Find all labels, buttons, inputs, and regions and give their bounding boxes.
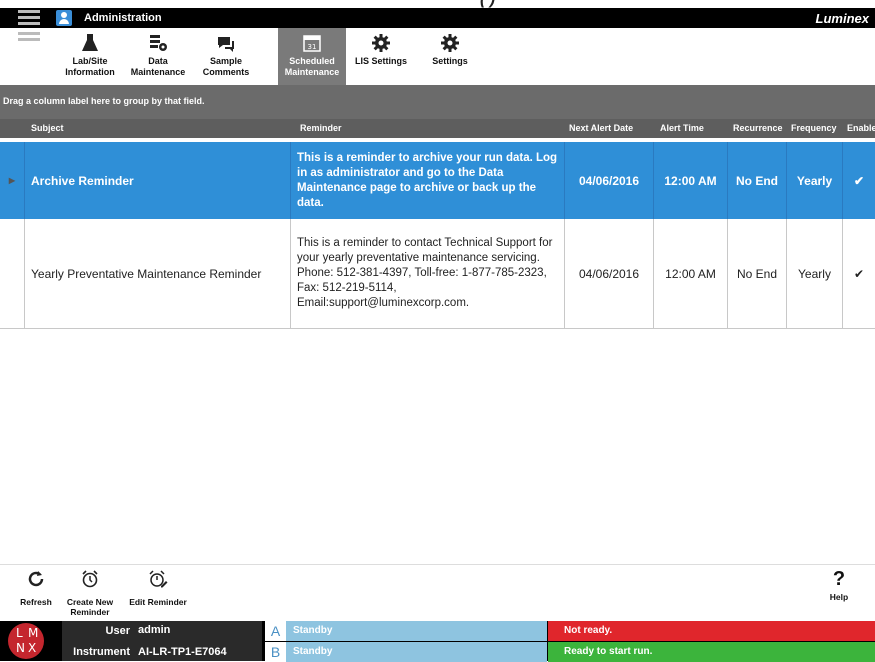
slot-b-status: B Standby (265, 642, 547, 662)
cell-next-alert-date: 04/06/2016 (565, 219, 654, 328)
table-row[interactable]: ▶ Archive Reminder This is a reminder to… (0, 142, 875, 219)
slot-a-status: A Standby (265, 621, 547, 641)
flask-icon (82, 34, 98, 51)
user-row: User admin (62, 621, 262, 641)
tab-label: Settings (432, 56, 468, 66)
cell-alert-time: 12:00 AM (654, 219, 728, 328)
slot-b-letter: B (265, 642, 286, 662)
cell-next-alert-date: 04/06/2016 (565, 142, 654, 219)
cell-frequency: Yearly (787, 219, 843, 328)
column-header-enabled[interactable]: Enabled (847, 123, 875, 133)
tab-label: Data Maintenance (130, 56, 186, 77)
document-caption: ( ) (0, 0, 875, 8)
grid-header: Subject Reminder Next Alert Date Alert T… (0, 119, 875, 138)
create-new-reminder-label: Create New Reminder (66, 597, 114, 617)
cell-subject: Archive Reminder (25, 142, 291, 219)
cell-enabled-check-icon[interactable]: ✔ (843, 142, 875, 219)
cell-frequency: Yearly (787, 142, 843, 219)
brand-logo: Luminex (815, 11, 869, 26)
table-row[interactable]: Yearly Preventative Maintenance Reminder… (0, 219, 875, 329)
tab-lab-site-information[interactable]: Lab/Site Information (56, 28, 124, 85)
refresh-label: Refresh (20, 597, 52, 607)
tab-scheduled-maintenance[interactable]: 31 Scheduled Maintenance (278, 28, 346, 85)
data-maintenance-icon (150, 35, 167, 51)
menu-icon[interactable] (18, 8, 44, 42)
slot-b-text: Standby (293, 646, 333, 657)
tab-settings[interactable]: Settings (416, 28, 484, 85)
tab-lis-settings[interactable]: LIS Settings (347, 28, 415, 85)
tab-sample-comments[interactable]: Sample Comments (192, 28, 260, 85)
cell-enabled-check-icon[interactable]: ✔ (843, 219, 875, 328)
edit-reminder-button[interactable]: Edit Reminder (128, 569, 188, 607)
tab-label: Scheduled Maintenance (284, 56, 340, 77)
cell-reminder: This is a reminder to archive your run d… (291, 142, 565, 219)
column-header-alert-time[interactable]: Alert Time (660, 123, 704, 133)
row-selector-icon: ▶ (0, 142, 25, 219)
edit-reminder-label: Edit Reminder (129, 597, 187, 607)
logo-letter: N (16, 641, 25, 655)
cell-alert-time: 12:00 AM (654, 142, 728, 219)
instrument-value: AI-LR-TP1-E7064 (138, 646, 227, 658)
tab-data-maintenance[interactable]: Data Maintenance (124, 28, 192, 85)
alarm-clock-icon (82, 570, 98, 588)
group-by-panel[interactable]: Drag a column label here to group by tha… (0, 85, 875, 119)
logo-letter: L (16, 626, 23, 640)
logo-letter: X (28, 641, 37, 655)
ready-status: Ready to start run. (548, 642, 875, 662)
slot-a-text: Standby (293, 625, 333, 636)
user-label: User (105, 625, 130, 637)
column-header-recurrence[interactable]: Recurrence (733, 123, 783, 133)
help-label: Help (829, 592, 849, 602)
administrator-icon (56, 10, 72, 26)
create-new-reminder-button[interactable]: Create New Reminder (60, 569, 120, 617)
cell-subject: Yearly Preventative Maintenance Reminder (25, 219, 291, 328)
instrument-label: Instrument (73, 646, 130, 658)
cell-recurrence: No End (728, 219, 787, 328)
admin-toolbar: Lab/Site Information Data Maintenance Sa… (0, 28, 875, 85)
column-header-frequency[interactable]: Frequency (791, 123, 837, 133)
refresh-icon (28, 571, 44, 587)
user-value: admin (138, 624, 171, 636)
not-ready-status: Not ready. (548, 621, 875, 641)
column-header-next-alert-date[interactable]: Next Alert Date (569, 123, 633, 133)
title-bar: Administration Luminex (0, 8, 875, 28)
refresh-button[interactable]: Refresh (6, 569, 66, 607)
help-icon: ? (832, 568, 846, 590)
caption-text: ( ) (480, 0, 495, 8)
help-button[interactable]: ? Help (809, 569, 869, 602)
slot-a-letter: A (265, 621, 286, 641)
reminders-grid: Drag a column label here to group by tha… (0, 85, 875, 564)
bottom-toolbar: Refresh Create New Reminder Edit Reminde… (0, 564, 875, 621)
instrument-row: Instrument AI-LR-TP1-E7064 (62, 641, 262, 661)
gear-icon (441, 34, 459, 52)
cell-reminder: This is a reminder to contact Technical … (291, 219, 565, 328)
column-header-reminder[interactable]: Reminder (300, 123, 342, 133)
app-title: Administration (84, 12, 162, 24)
row-selector (0, 219, 25, 328)
column-header-subject[interactable]: Subject (31, 123, 64, 133)
tab-label: Lab/Site Information (65, 56, 115, 77)
logo-letter: M (28, 626, 39, 640)
cell-recurrence: No End (728, 142, 787, 219)
lmnx-logo: L M N X (8, 623, 44, 659)
gear-icon (372, 34, 390, 52)
svg-text:31: 31 (308, 43, 317, 51)
tab-label: Sample Comments (202, 56, 250, 77)
edit-alarm-icon (149, 570, 168, 588)
status-bar: L M N X User admin Instrument AI-LR-TP1-… (0, 621, 875, 662)
tab-label: LIS Settings (354, 56, 407, 66)
calendar-icon: 31 (303, 35, 321, 52)
comments-icon (218, 37, 234, 52)
